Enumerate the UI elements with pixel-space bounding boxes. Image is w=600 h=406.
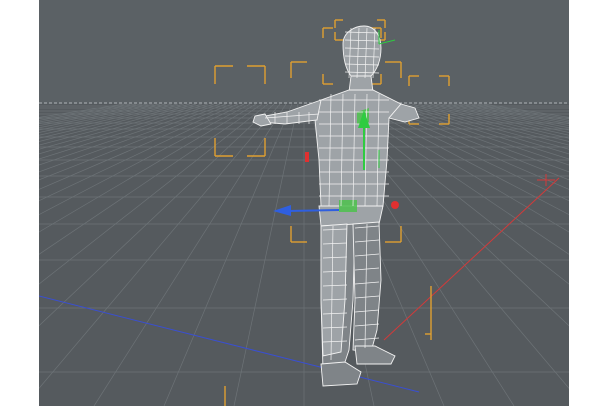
viewport-canvas[interactable] (39, 0, 569, 406)
selected-poly-hip (339, 200, 357, 212)
gizmo-x-handle-icon[interactable] (391, 201, 399, 209)
screenshot-page (0, 0, 600, 406)
pivot-marker-icon (305, 152, 309, 162)
3d-viewport[interactable] (39, 0, 569, 406)
gizmo-z-axis[interactable] (286, 209, 340, 212)
